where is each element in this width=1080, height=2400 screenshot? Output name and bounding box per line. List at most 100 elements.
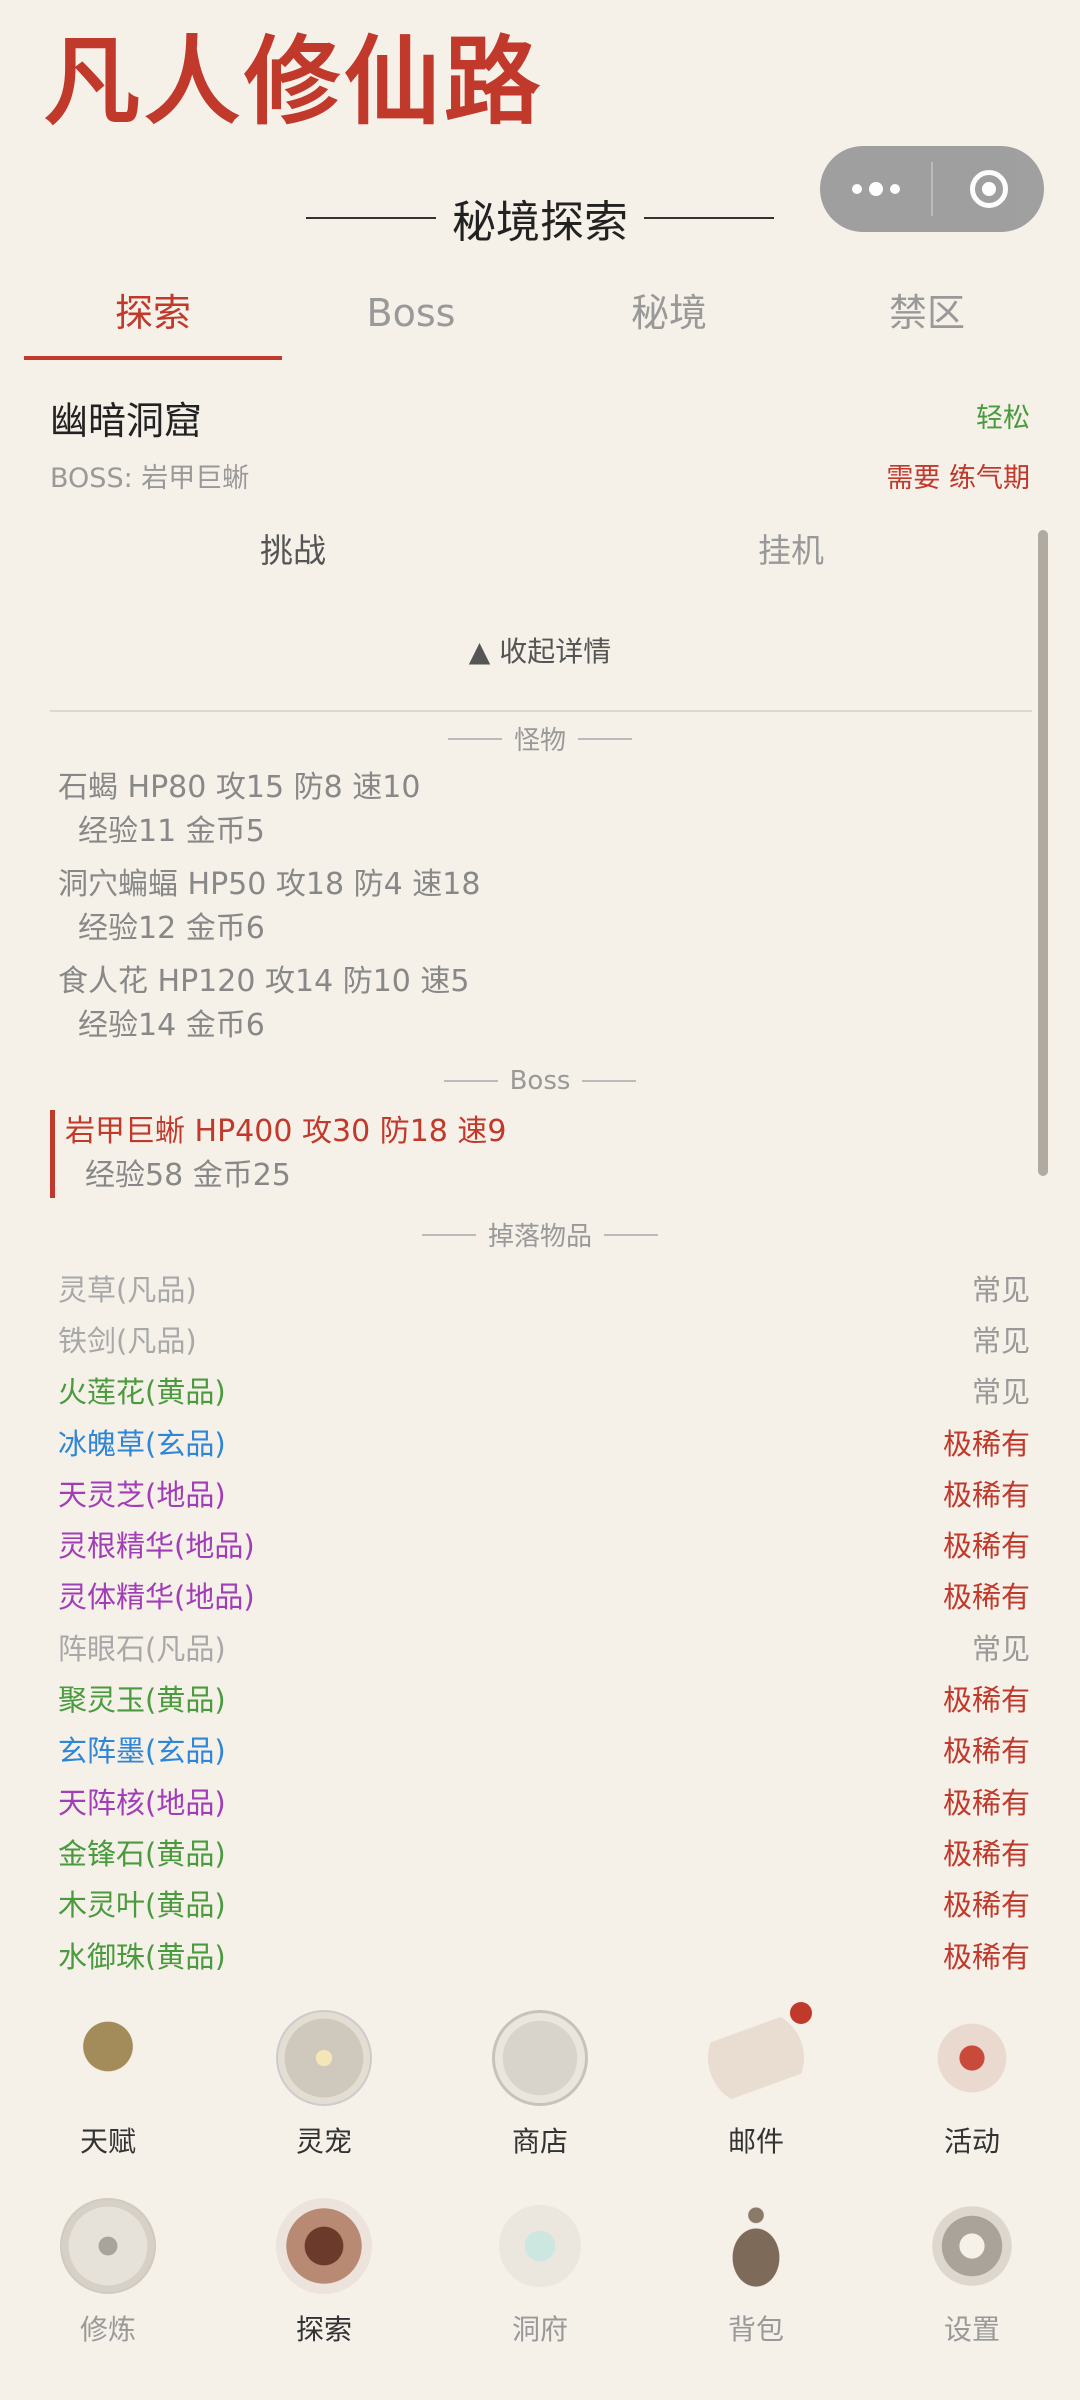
event-icon [924,2010,1020,2106]
drop-item: 天阵核(地品) 极稀有 [58,1775,1030,1826]
tab-forbidden-zone[interactable]: 禁区 [798,278,1056,360]
title-divider-left [306,217,436,219]
nav-spirit-pet[interactable]: 灵宠 [216,2010,432,2160]
drop-item-name: 聚灵玉(黄品) [58,1683,226,1718]
nav-label: 灵宠 [295,2125,352,2158]
drop-item-name: 灵草(凡品) [58,1272,197,1307]
spirit-pet-icon [276,2010,372,2106]
nav-label: 修炼 [79,2313,136,2346]
nav-label: 邮件 [727,2125,784,2158]
drop-item: 天灵芝(地品) 极稀有 [58,1467,1030,1518]
drop-item: 灵草(凡品) 常见 [58,1262,1030,1313]
cave-dwelling-icon [492,2198,588,2294]
drop-item-name: 灵根精华(地品) [58,1529,255,1564]
drop-item: 阵眼石(凡品) 常见 [58,1621,1030,1672]
drop-item: 火莲花(黄品) 常见 [58,1365,1030,1416]
drop-item-name: 冰魄草(玄品) [58,1426,226,1461]
boss-stats: 岩甲巨蜥 HP400 攻30 防18 速9 [65,1114,507,1149]
drop-item-rarity: 极稀有 [942,1785,1030,1820]
drop-item-rarity: 极稀有 [942,1477,1030,1512]
shop-icon [492,2010,588,2106]
drop-item: 金锋石(黄品) 极稀有 [58,1826,1030,1877]
nav-talent[interactable]: 天赋 [0,2010,216,2160]
nav-label: 天赋 [79,2125,136,2158]
drop-item-rarity: 极稀有 [942,1683,1030,1718]
drop-item-rarity: 极稀有 [942,1888,1030,1923]
monster-reward: 经验11 金币5 [78,814,265,849]
drop-item-name: 木灵叶(黄品) [58,1888,226,1923]
drop-item: 铁剑(凡品) 常见 [58,1313,1030,1364]
drop-item-name: 天灵芝(地品) [58,1477,226,1512]
tab-explore[interactable]: 探索 [24,278,282,360]
dungeon-boss-label: BOSS: 岩甲巨蜥 [50,463,250,494]
monster-entry: 食人花 HP120 攻14 防10 速5 经验14 金币6 [58,960,470,1048]
nav-label: 商店 [511,2125,568,2158]
tab-boss[interactable]: Boss [282,278,540,360]
drop-item-rarity: 极稀有 [942,1836,1030,1871]
nav-mail[interactable]: 邮件 [648,2002,864,2160]
drop-item-rarity: 极稀有 [942,1939,1030,1971]
bag-icon [708,2198,804,2294]
nav-label: 洞府 [511,2313,568,2346]
monster-stats: 洞穴蝙蝠 HP50 攻18 防4 速18 [58,867,481,902]
drop-item-name: 灵体精华(地品) [58,1580,255,1615]
collapse-details-button[interactable]: ▲ 收起详情 [0,630,1080,670]
nav-bag[interactable]: 背包 [648,2198,864,2348]
drop-item-rarity: 极稀有 [942,1580,1030,1615]
drop-item-name: 阵眼石(凡品) [58,1631,226,1666]
nav-row-top: 天赋 灵宠 商店 邮件 活动 [0,2002,1080,2160]
nav-event[interactable]: 活动 [864,2010,1080,2160]
app-title: 凡人修仙路 [44,25,544,138]
difficulty-badge: 轻松 [976,403,1030,434]
title-divider-right [644,217,774,219]
notification-dot [790,2002,812,2024]
nav-cultivation[interactable]: 修炼 [0,2198,216,2348]
nav-label: 背包 [727,2313,784,2346]
nav-shop[interactable]: 商店 [432,2010,648,2160]
nav-label: 探索 [295,2313,352,2346]
drop-item: 水御珠(黄品) 极稀有 [58,1929,1030,1971]
monsters-heading: 怪物 [0,720,1080,757]
settings-icon [924,2198,1020,2294]
drop-list: 灵草(凡品) 常见 铁剑(凡品) 常见 火莲花(黄品) 常见 冰魄草(玄品) 极稀有 天灵芝(地… [58,1262,1030,1970]
drop-item: 聚灵玉(黄品) 极稀有 [58,1672,1030,1723]
nav-explore[interactable]: 探索 [216,2198,432,2348]
drop-item-name: 铁剑(凡品) [58,1323,197,1358]
explore-icon [276,2198,372,2294]
monster-entry: 洞穴蝙蝠 HP50 攻18 防4 速18 经验12 金币6 [58,863,480,951]
boss-heading-text: Boss [509,1066,571,1096]
nav-settings[interactable]: 设置 [864,2198,1080,2348]
drop-item-name: 玄阵墨(玄品) [58,1734,226,1769]
realm-requirement: 需要 练气期 [886,463,1030,494]
nav-label: 活动 [943,2125,1000,2158]
nav-label: 设置 [943,2313,1000,2346]
monsters-heading-text: 怪物 [513,726,566,756]
drop-item: 灵体精华(地品) 极稀有 [58,1570,1030,1621]
tree-icon [60,2010,156,2106]
cultivation-icon [60,2198,156,2294]
drop-item-rarity: 极稀有 [942,1529,1030,1564]
drop-item-rarity: 常见 [971,1375,1030,1410]
drop-item-rarity: 极稀有 [942,1734,1030,1769]
monster-reward: 经验12 金币6 [78,911,265,946]
drop-item: 木灵叶(黄品) 极稀有 [58,1878,1030,1929]
details-divider [50,710,1032,712]
drop-item-rarity: 常见 [971,1631,1030,1666]
dungeon-name: 幽暗洞窟 [50,399,203,443]
tab-secret-realm[interactable]: 秘境 [540,278,798,360]
drops-heading: 掉落物品 [0,1216,1080,1253]
drop-item: 玄阵墨(玄品) 极稀有 [58,1724,1030,1775]
idle-button[interactable]: 挂机 [758,524,824,572]
drop-item: 冰魄草(玄品) 极稀有 [58,1416,1030,1467]
drop-item: 灵根精华(地品) 极稀有 [58,1518,1030,1569]
mail-icon [708,2010,804,2106]
section-title: 秘境探索 [0,188,1080,248]
tab-bar: 探索 Boss 秘境 禁区 [24,278,1056,360]
nav-row-bottom: 修炼 探索 洞府 背包 设置 [0,2198,1080,2348]
drop-item-rarity: 常见 [971,1272,1030,1307]
section-title-text: 秘境探索 [452,197,628,248]
boss-entry: 岩甲巨蜥 HP400 攻30 防18 速9 经验58 金币25 [50,1110,507,1198]
boss-reward: 经验58 金币25 [85,1158,291,1193]
challenge-button[interactable]: 挑战 [260,524,326,572]
nav-cave-dwelling[interactable]: 洞府 [432,2198,648,2348]
